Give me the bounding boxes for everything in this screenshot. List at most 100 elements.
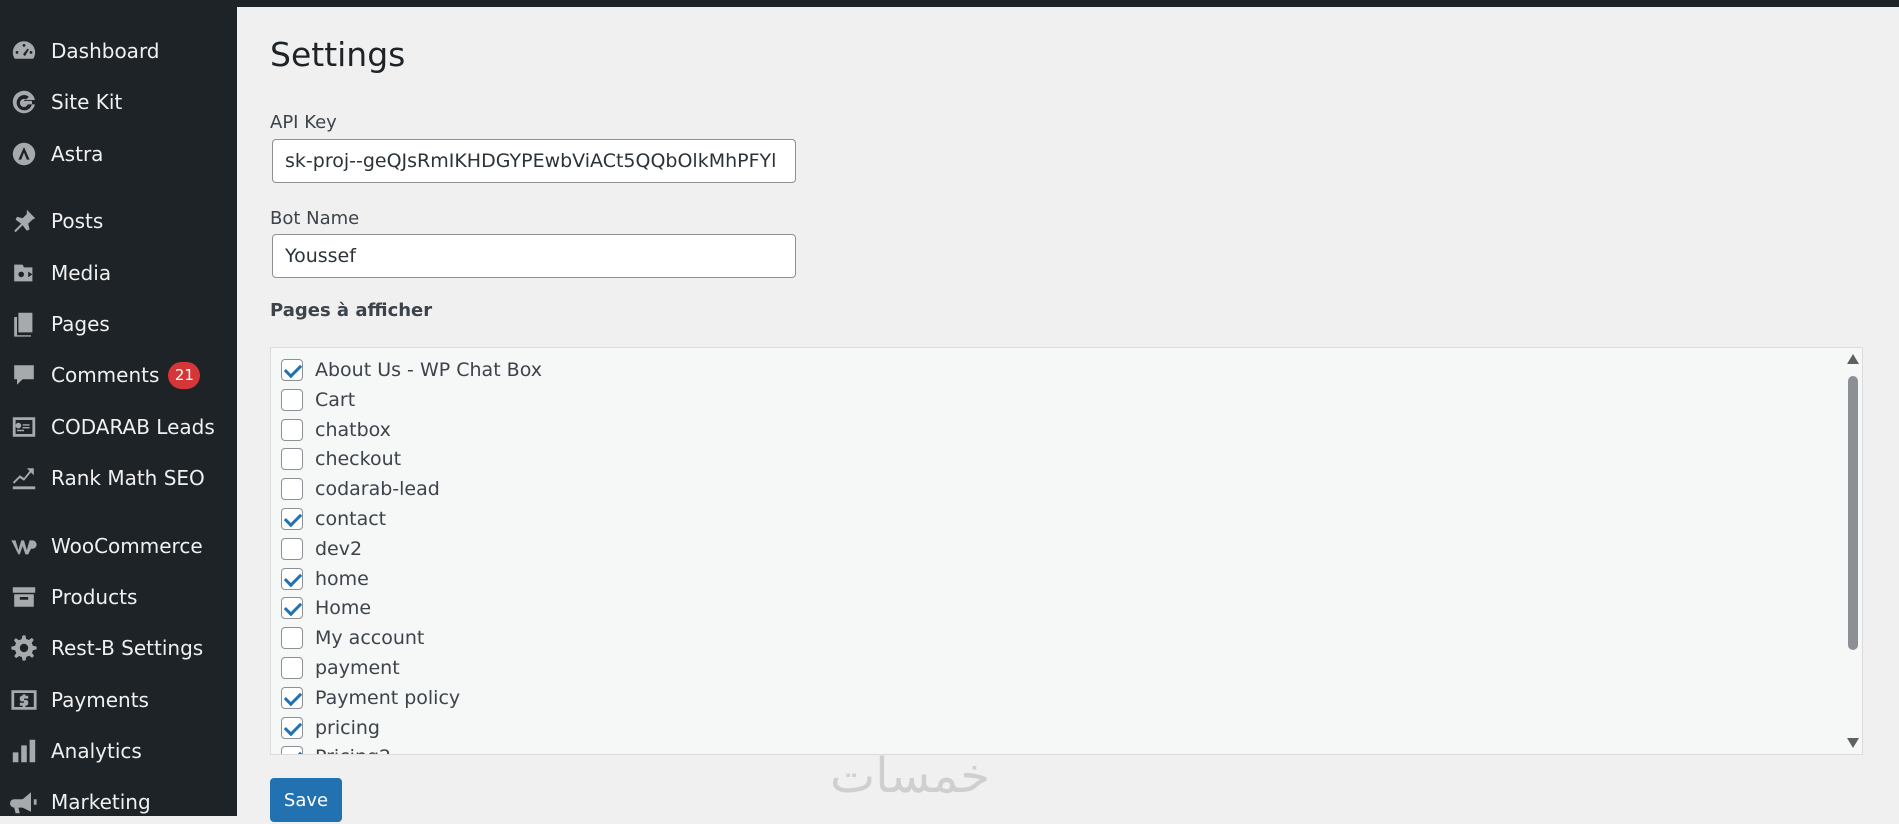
page-checkbox-row[interactable]: Cart bbox=[281, 386, 355, 414]
page-checkbox-row[interactable]: About Us - WP Chat Box bbox=[281, 356, 542, 384]
sidebar-item-posts[interactable]: Posts bbox=[0, 199, 237, 243]
comments-count-badge: 21 bbox=[168, 361, 201, 389]
sidebar-item-label: Products bbox=[51, 585, 138, 609]
page-checkbox-label: payment bbox=[315, 657, 400, 679]
page-checkbox-row[interactable]: Pricing2 bbox=[281, 743, 391, 754]
sidebar-item-label: Marketing bbox=[51, 790, 151, 814]
page-checkbox[interactable] bbox=[281, 418, 303, 441]
page-checkbox[interactable] bbox=[281, 359, 303, 381]
page-checkbox-row[interactable]: dev2 bbox=[281, 535, 362, 563]
page-checkbox[interactable] bbox=[281, 478, 303, 501]
sidebar-item-woocommerce[interactable]: WooCommerce bbox=[0, 524, 237, 568]
page-checkbox-row[interactable]: home bbox=[281, 565, 369, 593]
sidebar-item-pages[interactable]: Pages bbox=[0, 302, 237, 346]
page-checkbox[interactable] bbox=[281, 567, 303, 590]
page-checkbox[interactable] bbox=[281, 716, 303, 739]
sidebar-item-astra[interactable]: Astra bbox=[0, 132, 237, 176]
page-checkbox-row[interactable]: pricing bbox=[281, 714, 380, 742]
page-checkbox-row[interactable]: My account bbox=[281, 624, 424, 652]
page-checkbox-label: Home bbox=[315, 597, 372, 620]
sidebar-item-payments[interactable]: Payments bbox=[0, 678, 237, 722]
page-checkbox[interactable] bbox=[281, 448, 303, 471]
sidebar-item-label: Posts bbox=[51, 209, 104, 233]
bot-name-input[interactable] bbox=[272, 234, 796, 278]
page-checkbox[interactable] bbox=[281, 627, 303, 650]
api-key-label: API Key bbox=[270, 112, 337, 133]
sidebar-item-label: CODARAB Leads bbox=[51, 415, 215, 439]
sidebar-item-codarab-leads[interactable]: CODARAB Leads bbox=[0, 405, 237, 449]
page-title: Settings bbox=[270, 35, 406, 74]
page-checkbox[interactable] bbox=[281, 508, 303, 530]
sidebar-item-rank-math-seo[interactable]: Rank Math SEO bbox=[0, 456, 237, 500]
page-checkbox-row[interactable]: codarab-lead bbox=[281, 475, 440, 503]
media-icon bbox=[9, 258, 39, 288]
sidebar-item-marketing[interactable]: Marketing bbox=[0, 780, 237, 824]
scroll-thumb[interactable] bbox=[1848, 376, 1858, 650]
page-checkbox[interactable] bbox=[281, 388, 303, 411]
watermark-logo: خمسات bbox=[830, 748, 991, 804]
scroll-down-arrow-icon[interactable] bbox=[1847, 738, 1859, 748]
bar-chart-icon bbox=[9, 736, 39, 766]
page-checkbox-label: pricing bbox=[315, 716, 380, 739]
sidebar-item-label: Site Kit bbox=[51, 90, 123, 114]
archive-icon bbox=[9, 582, 39, 612]
sidebar-item-dashboard[interactable]: Dashboard bbox=[0, 29, 237, 73]
api-key-input[interactable] bbox=[272, 139, 796, 183]
megaphone-icon bbox=[9, 787, 39, 817]
page-checkbox-row[interactable]: checkout bbox=[281, 445, 401, 473]
sidebar-item-label: Rest-B Settings bbox=[51, 636, 204, 660]
sidebar-item-label: Rank Math SEO bbox=[51, 466, 205, 490]
page-checkbox-label: chatbox bbox=[315, 418, 391, 441]
sidebar-item-label: Payments bbox=[51, 688, 149, 712]
sidebar-item-label: WooCommerce bbox=[51, 534, 203, 558]
page-checkbox-label: Payment policy bbox=[315, 686, 461, 709]
chart-trend-icon bbox=[9, 463, 39, 493]
id-card-icon bbox=[9, 412, 39, 442]
woo-icon bbox=[9, 531, 39, 561]
pages-section-label: Pages à afficher bbox=[270, 300, 433, 321]
sidebar-item-analytics[interactable]: Analytics bbox=[0, 729, 237, 773]
page-checkbox-row[interactable]: chatbox bbox=[281, 416, 391, 444]
page-checkbox-label: codarab-lead bbox=[315, 478, 440, 501]
top-admin-bar bbox=[0, 0, 1899, 7]
page-checkbox-row[interactable]: Home bbox=[281, 594, 371, 622]
page-checkbox-label: home bbox=[315, 567, 369, 590]
page-checkbox[interactable] bbox=[281, 537, 303, 560]
page-checkbox-label: About Us - WP Chat Box bbox=[315, 359, 542, 381]
sidebar-item-label: Astra bbox=[51, 142, 104, 166]
page-checkbox-label: My account bbox=[315, 627, 425, 650]
astra-icon bbox=[9, 139, 39, 169]
page-checkbox[interactable] bbox=[281, 746, 303, 754]
page-checkbox-label: checkout bbox=[315, 448, 402, 471]
pages-icon bbox=[9, 309, 39, 339]
google-g-icon bbox=[9, 87, 39, 117]
sidebar-item-comments[interactable]: Comments 21 bbox=[0, 353, 237, 397]
sidebar-item-media[interactable]: Media bbox=[0, 251, 237, 295]
page-checkbox-label: dev2 bbox=[315, 537, 363, 560]
sidebar-item-label: Comments bbox=[51, 363, 160, 387]
sidebar-item-label: Analytics bbox=[51, 739, 142, 763]
pages-list-scrollbar[interactable] bbox=[1844, 348, 1862, 754]
page-checkbox[interactable] bbox=[281, 657, 303, 679]
gear-icon bbox=[9, 633, 39, 663]
page-checkbox[interactable] bbox=[281, 597, 303, 620]
sidebar-item-rest-b-settings[interactable]: Rest-B Settings bbox=[0, 626, 237, 670]
save-button[interactable]: Save bbox=[270, 778, 342, 822]
sidebar-item-products[interactable]: Products bbox=[0, 575, 237, 619]
page-checkbox[interactable] bbox=[281, 686, 303, 709]
page-checkbox-label: contact bbox=[315, 508, 387, 530]
page-checkbox-row[interactable]: Payment policy bbox=[281, 684, 460, 712]
comment-icon bbox=[9, 360, 39, 390]
pages-checkbox-list[interactable]: About Us - WP Chat Box Cart chatbox checkou… bbox=[270, 347, 1863, 755]
page-checkbox-label: Cart bbox=[315, 388, 356, 411]
scroll-up-arrow-icon[interactable] bbox=[1847, 354, 1859, 364]
page-checkbox-label: Pricing2 bbox=[315, 746, 391, 754]
page-checkbox-row[interactable]: payment bbox=[281, 654, 400, 682]
page-checkbox-row[interactable]: contact bbox=[281, 505, 386, 533]
sidebar-item-site-kit[interactable]: Site Kit bbox=[0, 80, 237, 124]
sidebar-item-label: Media bbox=[51, 261, 112, 285]
admin-sidebar: Dashboard Site Kit Astra Posts Media Pag… bbox=[0, 0, 237, 816]
sidebar-item-label: Pages bbox=[51, 312, 110, 336]
pushpin-icon bbox=[9, 206, 39, 236]
bot-name-label: Bot Name bbox=[270, 208, 360, 229]
